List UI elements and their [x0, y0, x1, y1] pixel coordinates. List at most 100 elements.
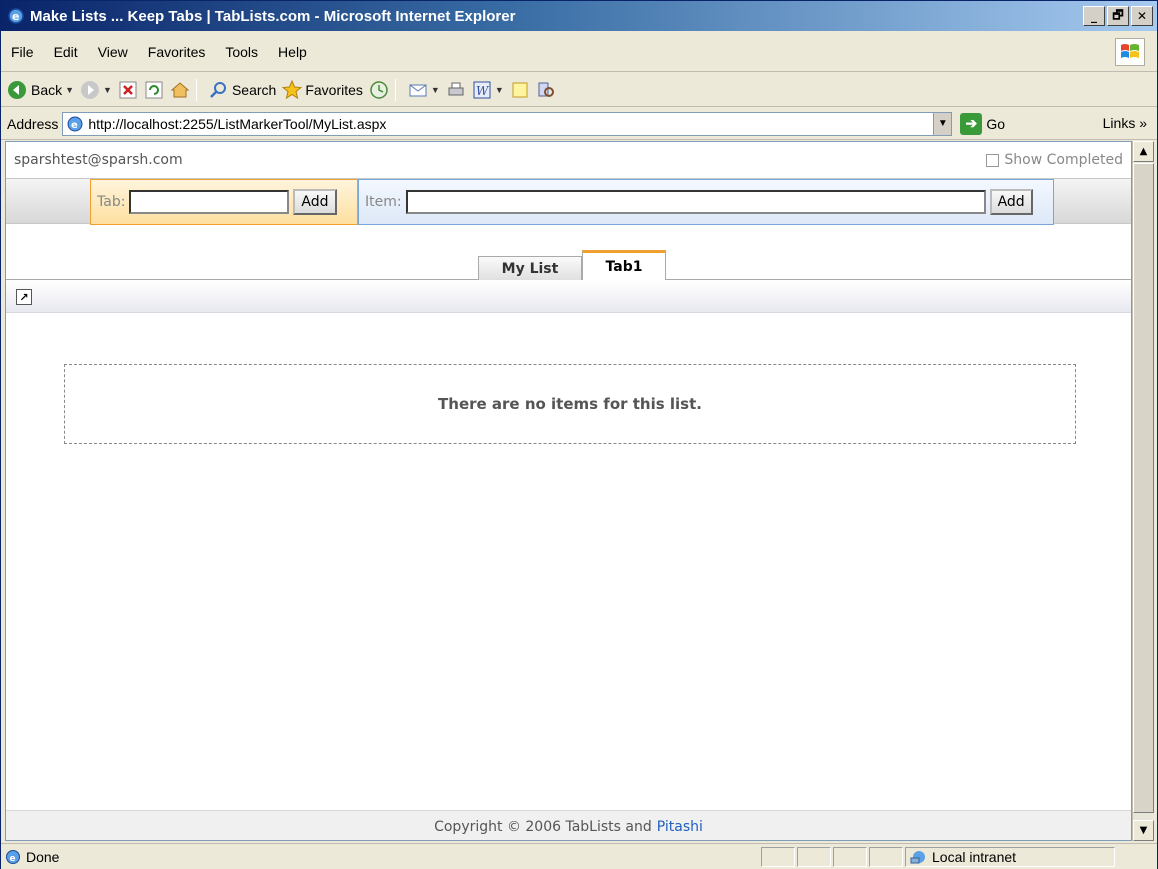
open-external-icon[interactable]: ↗ [16, 289, 32, 305]
svg-text:e: e [12, 10, 19, 23]
entry-bar: Tab: Add Item: Add [6, 178, 1131, 225]
toolbar-separator [195, 78, 197, 101]
item-input[interactable] [405, 190, 986, 214]
chevron-down-icon: ▼ [494, 84, 504, 95]
user-email: sparshtest@sparsh.com [14, 152, 183, 168]
address-field[interactable]: e http://localhost:2255/ListMarkerTool/M… [62, 111, 953, 136]
list-tool-strip: ↗ [6, 281, 1131, 313]
chevron-down-icon: ▼ [103, 84, 112, 95]
go-label: Go [986, 115, 1006, 132]
search-icon [209, 80, 229, 100]
status-pane [761, 846, 795, 867]
chevron-down-icon: ▼ [65, 84, 75, 95]
status-pane [833, 846, 867, 867]
tab-tab1[interactable]: Tab1 [582, 250, 666, 280]
browser-window: e Make Lists ... Keep Tabs | TabLists.co… [0, 0, 1158, 869]
page-content: sparshtest@sparsh.com Show Completed Tab… [5, 141, 1132, 841]
add-item-button[interactable]: Add [989, 189, 1033, 215]
page-done-icon: e [6, 849, 20, 864]
research-button[interactable] [536, 80, 556, 100]
menu-edit[interactable]: Edit [44, 44, 88, 60]
page-icon: e [67, 116, 83, 131]
empty-list-message: There are no items for this list. [64, 364, 1076, 444]
address-label: Address [7, 115, 59, 132]
word-icon: W [472, 80, 492, 100]
scroll-down-icon[interactable]: ▼ [1133, 820, 1154, 841]
vertical-scrollbar[interactable]: ▲ ▼ [1132, 141, 1154, 841]
stop-button[interactable] [118, 80, 138, 100]
scroll-up-icon[interactable]: ▲ [1133, 141, 1154, 162]
user-row: sparshtest@sparsh.com Show Completed [6, 142, 1131, 178]
svg-text:W: W [476, 84, 490, 98]
back-arrow-icon [7, 80, 27, 100]
svg-text:e: e [71, 120, 78, 131]
maximize-button[interactable]: 🗗 [1107, 6, 1129, 26]
footer-text: Copyright © 2006 TabLists and [434, 818, 652, 835]
status-pane [797, 846, 831, 867]
svg-text:e: e [10, 854, 16, 864]
go-button[interactable]: ➔ Go [960, 112, 1006, 135]
item-label: Item: [365, 194, 402, 210]
toolbar-separator [394, 78, 396, 101]
links-button[interactable]: Links » [1103, 115, 1147, 131]
refresh-icon [144, 80, 164, 100]
tab-entry-panel: Tab: Add [90, 179, 358, 225]
menu-tools[interactable]: Tools [215, 44, 268, 60]
mail-button[interactable]: ▼ [408, 80, 440, 100]
address-dropdown-icon[interactable]: ▼ [933, 112, 952, 135]
printer-icon [446, 80, 466, 100]
menu-bar: File Edit View Favorites Tools Help [1, 32, 1157, 72]
minimize-button[interactable]: _ [1083, 6, 1105, 26]
tab-input[interactable] [129, 190, 290, 214]
stop-icon [118, 80, 138, 100]
address-url[interactable]: http://localhost:2255/ListMarkerTool/MyL… [88, 116, 933, 132]
print-button[interactable] [446, 80, 466, 100]
show-completed-toggle[interactable]: Show Completed [986, 152, 1123, 168]
footer: Copyright © 2006 TabLists and Pitashi [6, 810, 1131, 840]
history-icon [369, 80, 389, 100]
note-icon [510, 80, 530, 100]
search-label: Search [231, 81, 277, 98]
chevron-down-icon: ▼ [430, 84, 440, 95]
edit-word-button[interactable]: W ▼ [472, 80, 504, 100]
title-bar: e Make Lists ... Keep Tabs | TabLists.co… [1, 1, 1157, 31]
toolbar: Back ▼ ▼ Search Favorites ▼ W ▼ [1, 73, 1157, 107]
security-zone[interactable]: Local intranet [905, 846, 1115, 867]
star-icon [282, 79, 303, 100]
menu-favorites[interactable]: Favorites [138, 44, 216, 60]
refresh-button[interactable] [144, 80, 164, 100]
back-label: Back [31, 81, 63, 98]
favorites-label: Favorites [305, 81, 363, 98]
ie-icon: e [8, 8, 24, 24]
search-button[interactable]: Search [209, 80, 276, 100]
forward-arrow-icon [80, 80, 100, 100]
menu-file[interactable]: File [1, 44, 44, 60]
address-bar: Address e http://localhost:2255/ListMark… [1, 108, 1157, 140]
forward-button[interactable]: ▼ [80, 80, 112, 100]
add-tab-button[interactable]: Add [293, 189, 337, 215]
scroll-thumb[interactable] [1133, 163, 1154, 813]
status-bar: e Done Local intranet [1, 843, 1157, 869]
favorites-button[interactable]: Favorites [282, 79, 363, 100]
tab-label: Tab: [97, 194, 126, 210]
menu-help[interactable]: Help [268, 44, 317, 60]
tab-my-list[interactable]: My List [478, 256, 582, 280]
footer-link-pitashi[interactable]: Pitashi [657, 819, 703, 835]
notes-button[interactable] [510, 80, 530, 100]
windows-logo-icon [1115, 38, 1145, 66]
go-arrow-icon: ➔ [960, 112, 983, 135]
show-completed-checkbox[interactable] [986, 153, 1000, 167]
status-pane [869, 846, 903, 867]
history-button[interactable] [369, 80, 389, 100]
close-button[interactable]: ✕ [1131, 6, 1153, 26]
show-completed-label: Show Completed [1004, 152, 1123, 168]
menu-view[interactable]: View [88, 44, 138, 60]
research-icon [536, 80, 556, 100]
window-title: Make Lists ... Keep Tabs | TabLists.com … [30, 7, 516, 25]
zone-label: Local intranet [932, 848, 1017, 865]
home-button[interactable] [170, 80, 190, 100]
item-entry-panel: Item: Add [358, 179, 1054, 225]
tab-strip: My List Tab1 [6, 250, 1131, 280]
status-text: Done [26, 848, 60, 865]
back-button[interactable]: Back ▼ [7, 80, 74, 100]
